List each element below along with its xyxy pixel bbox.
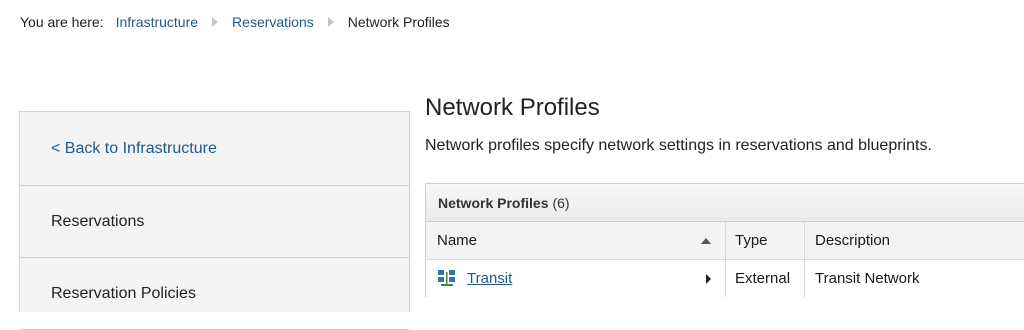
- breadcrumb-link-reservations[interactable]: Reservations: [232, 14, 314, 30]
- column-header-name-label: Name: [437, 232, 478, 249]
- column-header-description[interactable]: Description: [805, 222, 1024, 259]
- profile-name-link[interactable]: Transit: [467, 270, 512, 287]
- sidebar: < Back to Infrastructure Reservations Re…: [19, 111, 410, 330]
- network-icon: [438, 269, 455, 286]
- cell-description: Transit Network: [815, 270, 920, 287]
- breadcrumb-separator-icon: [327, 17, 334, 27]
- breadcrumb-separator-icon: [212, 17, 219, 27]
- sidebar-item-reservations[interactable]: Reservations: [20, 186, 409, 258]
- cell-name: Transit: [426, 260, 726, 297]
- cell-type: External: [726, 260, 805, 297]
- column-header-name[interactable]: Name: [426, 222, 726, 259]
- breadcrumb: You are here: Infrastructure Reservation…: [20, 12, 450, 32]
- column-header-description-label: Description: [815, 232, 891, 249]
- grid-title: Network Profiles: [438, 194, 549, 211]
- sort-ascending-icon[interactable]: [701, 237, 711, 244]
- table-row[interactable]: Transit External Transit Network: [426, 260, 1024, 297]
- name-wrap: Transit: [437, 269, 512, 288]
- breadcrumb-prefix: You are here:: [20, 14, 104, 30]
- back-to-infrastructure-link[interactable]: < Back to Infrastructure: [20, 112, 409, 186]
- breadcrumb-link-infrastructure[interactable]: Infrastructure: [116, 14, 198, 30]
- column-header-type-label: Type: [735, 232, 768, 249]
- row-expand-arrow-icon[interactable]: [706, 273, 711, 284]
- grid-header: Network Profiles (6): [426, 184, 1024, 222]
- column-header-type[interactable]: Type: [726, 222, 805, 259]
- page-title: Network Profiles: [425, 94, 600, 121]
- grid-count: (6): [552, 194, 570, 211]
- breadcrumb-current: Network Profiles: [347, 14, 450, 30]
- network-profiles-grid: Network Profiles (6) Name Type Descripti…: [425, 183, 1024, 297]
- grid-column-headers: Name Type Description: [426, 222, 1024, 260]
- sidebar-item-reservation-policies[interactable]: Reservation Policies: [20, 258, 409, 330]
- page-description: Network profiles specify network setting…: [425, 137, 932, 154]
